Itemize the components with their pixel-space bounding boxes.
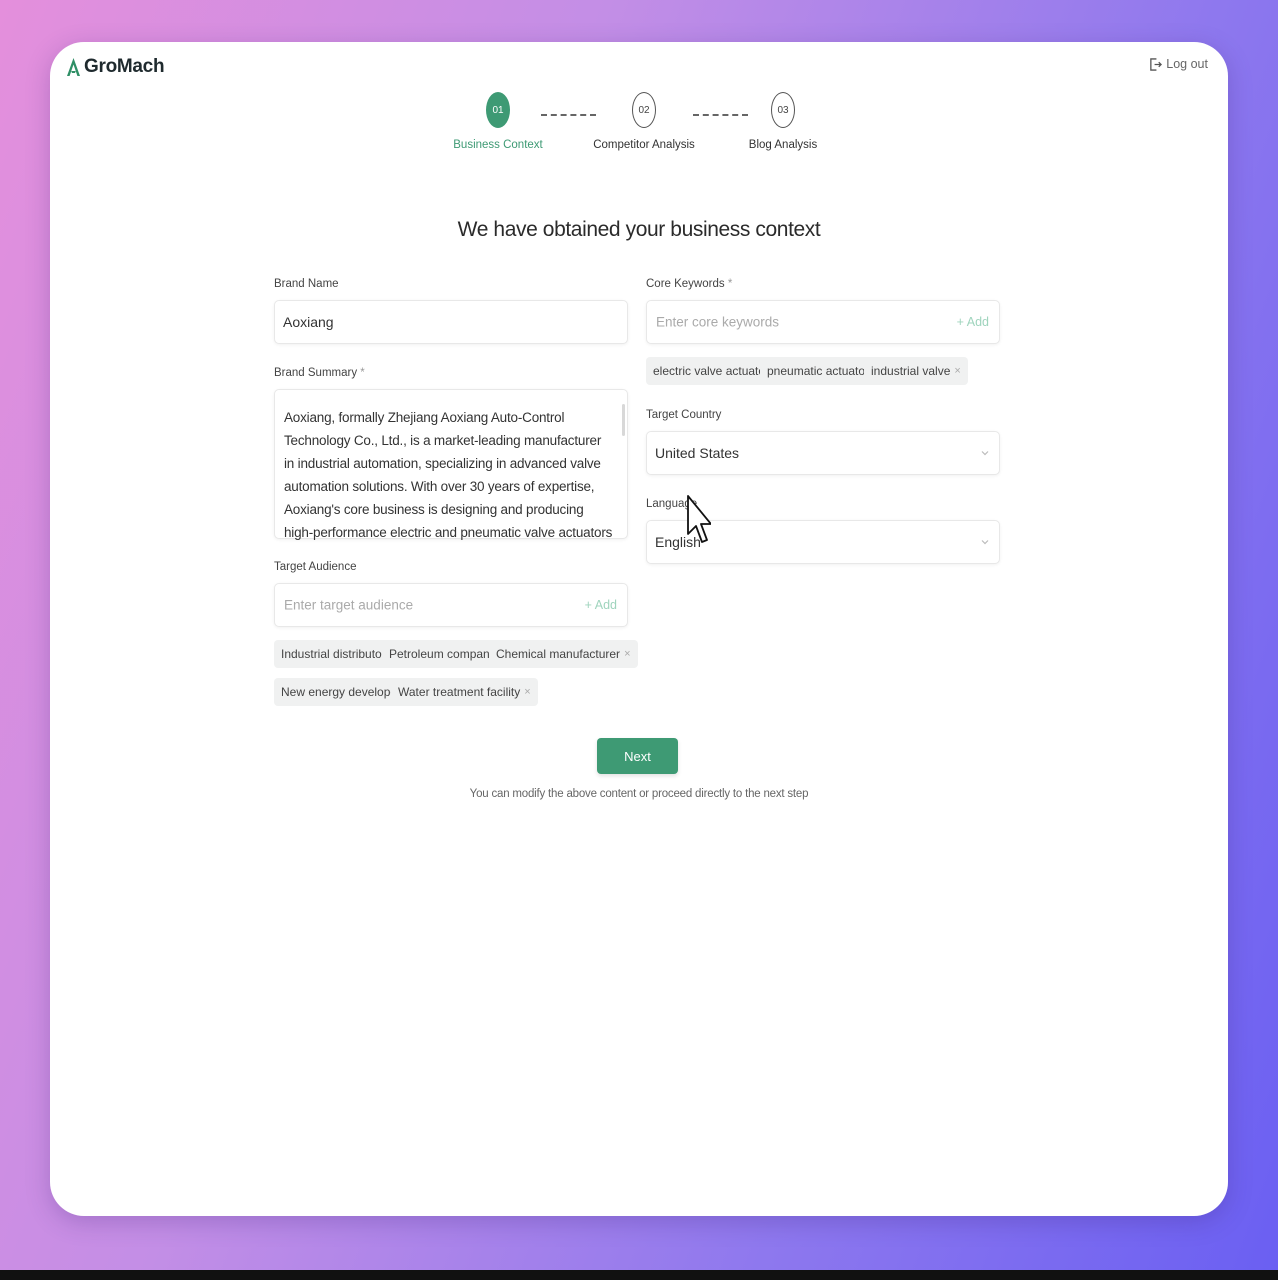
bottom-bar	[0, 1270, 1278, 1280]
step-number: 02	[632, 92, 656, 128]
next-hint: You can modify the above content or proc…	[469, 788, 809, 800]
brand-summary-textarea[interactable]: Aoxiang, formally Zhejiang Aoxiang Auto-…	[274, 389, 628, 540]
audience-tag: Chemical manufacturer ×	[489, 640, 638, 668]
core-keywords-input[interactable]: Enter core keywords + Add	[646, 300, 1000, 344]
remove-tag-icon[interactable]: ×	[524, 686, 530, 698]
chevron-down-icon	[981, 451, 989, 456]
step-label: Business Context	[453, 139, 543, 151]
step-label: Competitor Analysis	[593, 139, 695, 151]
chevron-down-icon	[981, 540, 989, 545]
remove-tag-icon[interactable]: ×	[624, 648, 630, 660]
step-label: Blog Analysis	[748, 139, 818, 151]
brand-name-label: Brand Name	[274, 278, 339, 290]
target-country-value: United States	[655, 445, 740, 461]
logo[interactable]: GroMach	[66, 56, 165, 78]
target-country-select[interactable]: United States	[646, 431, 1000, 475]
remove-tag-icon[interactable]: ×	[954, 365, 960, 377]
target-audience-placeholder: Enter target audience	[284, 597, 414, 613]
step-blog-analysis[interactable]: 03 Blog Analysis	[733, 92, 833, 151]
scrollbar[interactable]	[622, 404, 625, 436]
page-title: We have obtained your business context	[457, 218, 821, 241]
core-keywords-label: Core Keywords *	[646, 278, 733, 290]
step-number: 01	[486, 92, 510, 128]
step-business-context[interactable]: 01 Business Context	[448, 92, 548, 151]
brand-summary-value: Aoxiang, formally Zhejiang Aoxiang Auto-…	[284, 410, 613, 540]
target-audience-input[interactable]: Enter target audience + Add	[274, 583, 628, 627]
step-competitor-analysis[interactable]: 02 Competitor Analysis	[584, 92, 704, 151]
brand-name-input[interactable]: Aoxiang	[274, 300, 628, 344]
target-audience-label: Target Audience	[274, 561, 357, 573]
main-card: GroMach Log out 01 Business Context 02 C…	[50, 42, 1228, 1216]
add-audience-button[interactable]: + Add	[585, 598, 617, 612]
target-country-label: Target Country	[646, 409, 722, 421]
next-button[interactable]: Next	[597, 738, 678, 774]
logout-label: Log out	[1166, 57, 1208, 71]
logout-icon	[1150, 57, 1163, 71]
brand-summary-label: Brand Summary *	[274, 367, 365, 379]
mouse-cursor-icon	[687, 495, 711, 543]
logo-icon	[67, 58, 80, 76]
brand-name-value: Aoxiang	[283, 314, 334, 330]
core-keywords-placeholder: Enter core keywords	[656, 314, 780, 330]
logo-text: GroMach	[84, 56, 165, 77]
keyword-tag: industrial valve ×	[864, 357, 968, 385]
audience-tag: Water treatment facility ×	[391, 678, 538, 706]
logout-button[interactable]: Log out	[1149, 57, 1208, 71]
add-keyword-button[interactable]: + Add	[957, 315, 989, 329]
step-number: 03	[771, 92, 795, 128]
